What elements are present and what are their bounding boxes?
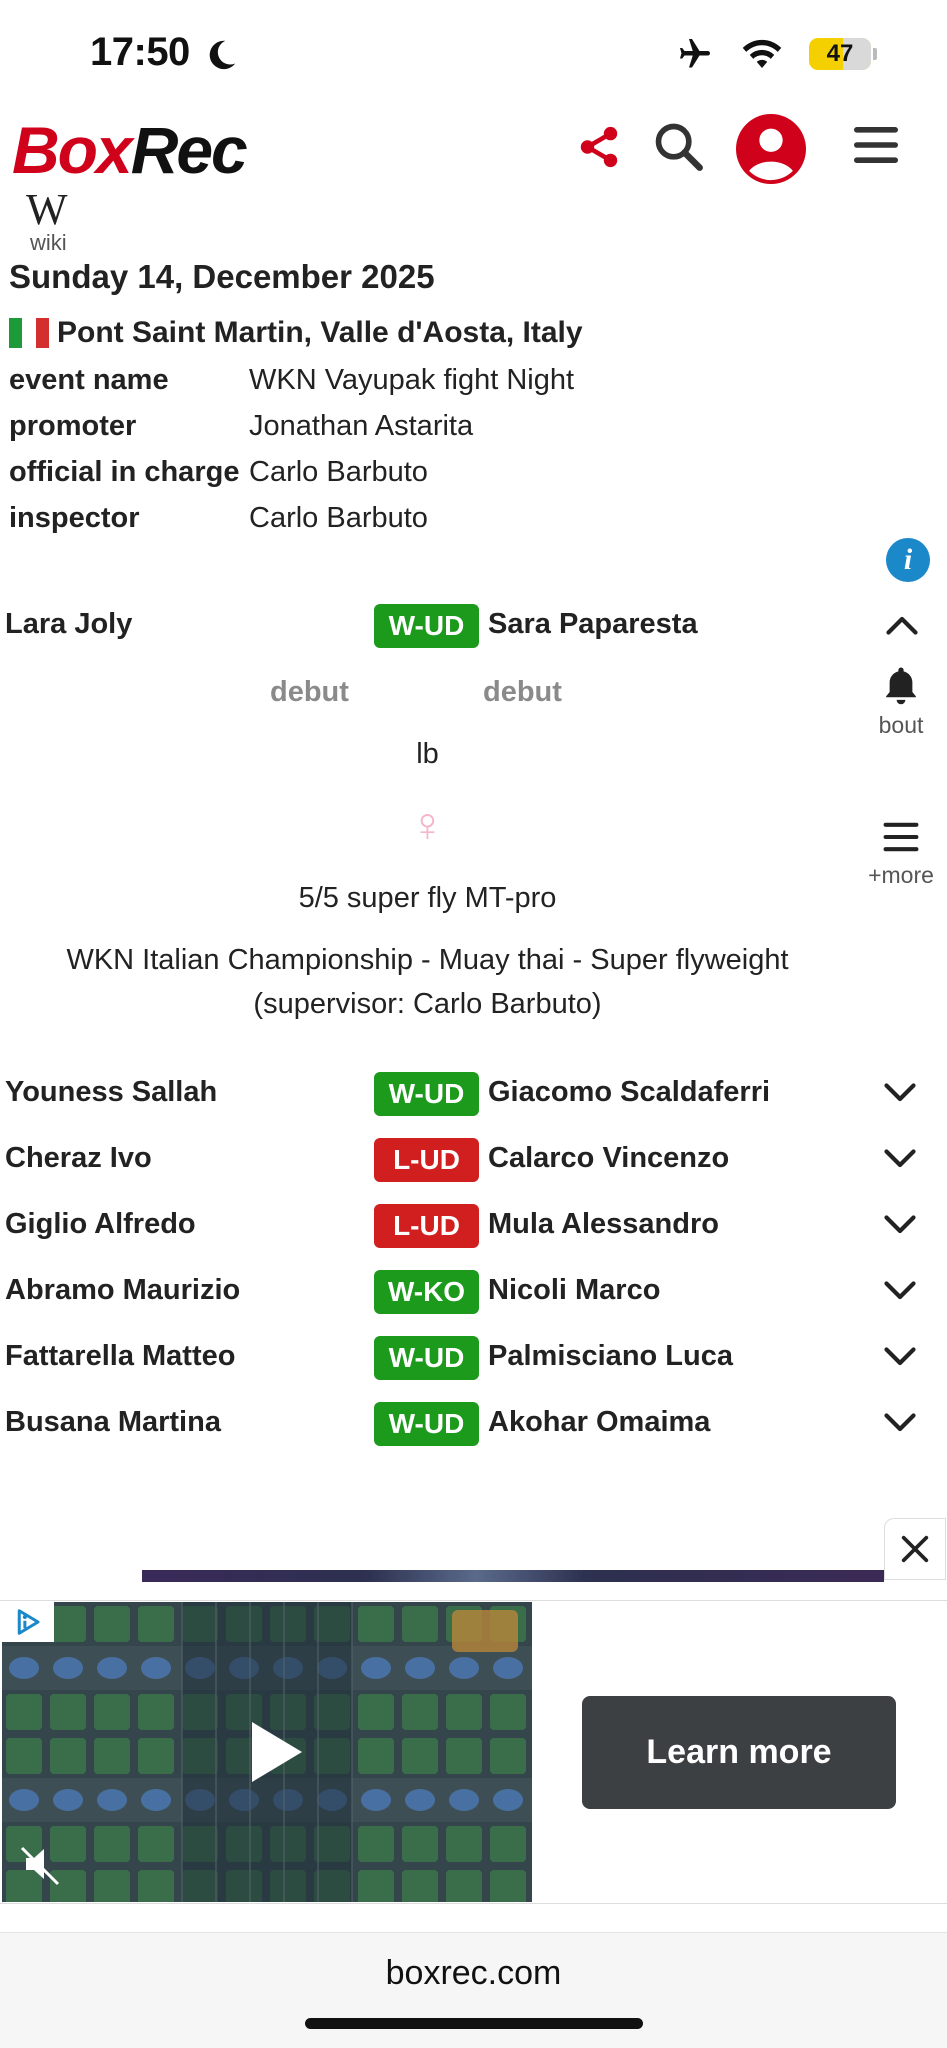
event-location-text: Pont Saint Martin, Valle d'Aosta, Italy <box>57 316 583 349</box>
result-badge: L-UD <box>374 1138 479 1182</box>
bout-row[interactable]: Cheraz Ivo L-UD Calarco Vincenzo <box>0 1136 947 1186</box>
user-account-icon[interactable] <box>736 114 806 184</box>
detail-value[interactable]: Carlo Barbuto <box>249 502 428 535</box>
status-time: 17:50 <box>90 30 190 74</box>
detail-label: event name <box>9 364 169 396</box>
fighter-a[interactable]: Abramo Maurizio <box>5 1274 240 1307</box>
fighter-b[interactable]: Giacomo Scaldaferri <box>488 1076 770 1109</box>
ad-close-button[interactable] <box>884 1518 946 1580</box>
fighter-a[interactable]: Youness Sallah <box>5 1076 217 1109</box>
chevron-down-icon[interactable] <box>882 1278 918 1304</box>
adchoices-icon[interactable] <box>2 1602 54 1642</box>
battery-level: 47 <box>826 40 854 67</box>
ad-top-strip <box>142 1570 884 1582</box>
address-bar[interactable]: boxrec.com <box>0 1954 947 1993</box>
detail-value: WKN Vayupak fight Night <box>249 364 575 396</box>
status-icons: 47 <box>675 36 877 72</box>
fighter-a[interactable]: Busana Martina <box>5 1406 221 1439</box>
fighter-a[interactable]: Lara Joly <box>5 608 132 641</box>
fighter-a[interactable]: Fattarella Matteo <box>5 1340 235 1373</box>
inspector-row: inspector Carlo Barbuto <box>9 502 428 535</box>
record-b: debut <box>483 676 562 708</box>
more-menu-icon[interactable] <box>882 820 920 854</box>
moon-icon <box>209 40 236 70</box>
event-name-row: event name WKN Vayupak fight Night <box>9 364 574 397</box>
result-badge: W-UD <box>374 1402 479 1446</box>
wikipedia-icon[interactable]: W <box>26 184 68 235</box>
female-gender-icon: ♀ <box>409 799 446 852</box>
fighter-b[interactable]: Mula Alessandro <box>488 1208 719 1241</box>
chevron-down-icon[interactable] <box>882 1212 918 1238</box>
title-fight-line: WKN Italian Championship - Muay thai - S… <box>66 944 789 976</box>
bout-row[interactable]: Busana Martina W-UD Akohar Omaima <box>0 1400 947 1450</box>
search-icon[interactable] <box>652 120 704 172</box>
result-badge: W-UD <box>374 1072 479 1116</box>
chevron-down-icon[interactable] <box>882 1344 918 1370</box>
detail-value[interactable]: Carlo Barbuto <box>249 456 428 489</box>
fighter-b[interactable]: Sara Paparesta <box>488 608 698 641</box>
hamburger-menu-icon[interactable] <box>852 124 900 166</box>
wiki-link[interactable]: wiki <box>30 230 67 256</box>
detail-label: promoter <box>9 410 137 442</box>
event-location[interactable]: Pont Saint Martin, Valle d'Aosta, Italy <box>9 316 583 350</box>
info-icon[interactable]: i <box>886 538 930 582</box>
detail-label: inspector <box>9 502 140 534</box>
official-row: official in charge Carlo Barbuto <box>9 456 428 489</box>
fighter-b[interactable]: Calarco Vincenzo <box>488 1142 729 1175</box>
fighter-a[interactable]: Giglio Alfredo <box>5 1208 196 1241</box>
home-indicator[interactable] <box>305 2018 643 2029</box>
more-label[interactable]: +more <box>856 862 946 889</box>
learn-more-button[interactable]: Learn more <box>582 1696 896 1809</box>
ad-video[interactable] <box>2 1602 532 1902</box>
weight-unit: lb <box>416 738 439 770</box>
chevron-down-icon[interactable] <box>882 1410 918 1436</box>
bout-row[interactable]: Abramo Maurizio W-KO Nicoli Marco <box>0 1268 947 1318</box>
bell-icon[interactable] <box>880 664 922 706</box>
bout-row[interactable]: Fattarella Matteo W-UD Palmisciano Luca <box>0 1334 947 1384</box>
wifi-icon <box>742 39 782 68</box>
detail-value[interactable]: Jonathan Astarita <box>249 410 473 443</box>
record-a: debut <box>270 676 349 708</box>
result-badge: L-UD <box>374 1204 479 1248</box>
italy-flag-icon <box>9 318 49 348</box>
result-badge: W-UD <box>374 1336 479 1380</box>
share-icon[interactable] <box>576 124 622 170</box>
result-badge: W-UD <box>374 604 479 648</box>
main-bout-row[interactable]: Lara Joly W-UD Sara Paparesta <box>0 602 947 652</box>
airplane-icon <box>680 39 710 68</box>
event-date: Sunday 14, December 2025 <box>9 258 435 295</box>
battery-icon: 47 <box>809 38 877 70</box>
boxrec-logo[interactable]: BoxRec <box>12 112 248 188</box>
rounds-and-class: 5/5 super fly MT-pro <box>298 882 557 914</box>
fighter-b[interactable]: Akohar Omaima <box>488 1406 710 1439</box>
ad-game-board-image <box>2 1602 532 1902</box>
bout-alert-label[interactable]: bout <box>856 712 946 739</box>
promoter-row: promoter Jonathan Astarita <box>9 410 473 443</box>
close-icon <box>901 1535 929 1563</box>
fighter-a[interactable]: Cheraz Ivo <box>5 1142 152 1175</box>
title-supervisor-line: (supervisor: Carlo Barbuto) <box>253 988 602 1020</box>
bout-row[interactable]: Youness Sallah W-UD Giacomo Scaldaferri <box>0 1070 947 1120</box>
fighter-b[interactable]: Palmisciano Luca <box>488 1340 733 1373</box>
result-badge: W-KO <box>374 1270 479 1314</box>
chevron-down-icon[interactable] <box>882 1080 918 1106</box>
bout-row[interactable]: Giglio Alfredo L-UD Mula Alessandro <box>0 1202 947 1252</box>
detail-label: official in charge <box>9 456 240 488</box>
fighter-b[interactable]: Nicoli Marco <box>488 1274 660 1307</box>
chevron-down-icon[interactable] <box>882 1146 918 1172</box>
